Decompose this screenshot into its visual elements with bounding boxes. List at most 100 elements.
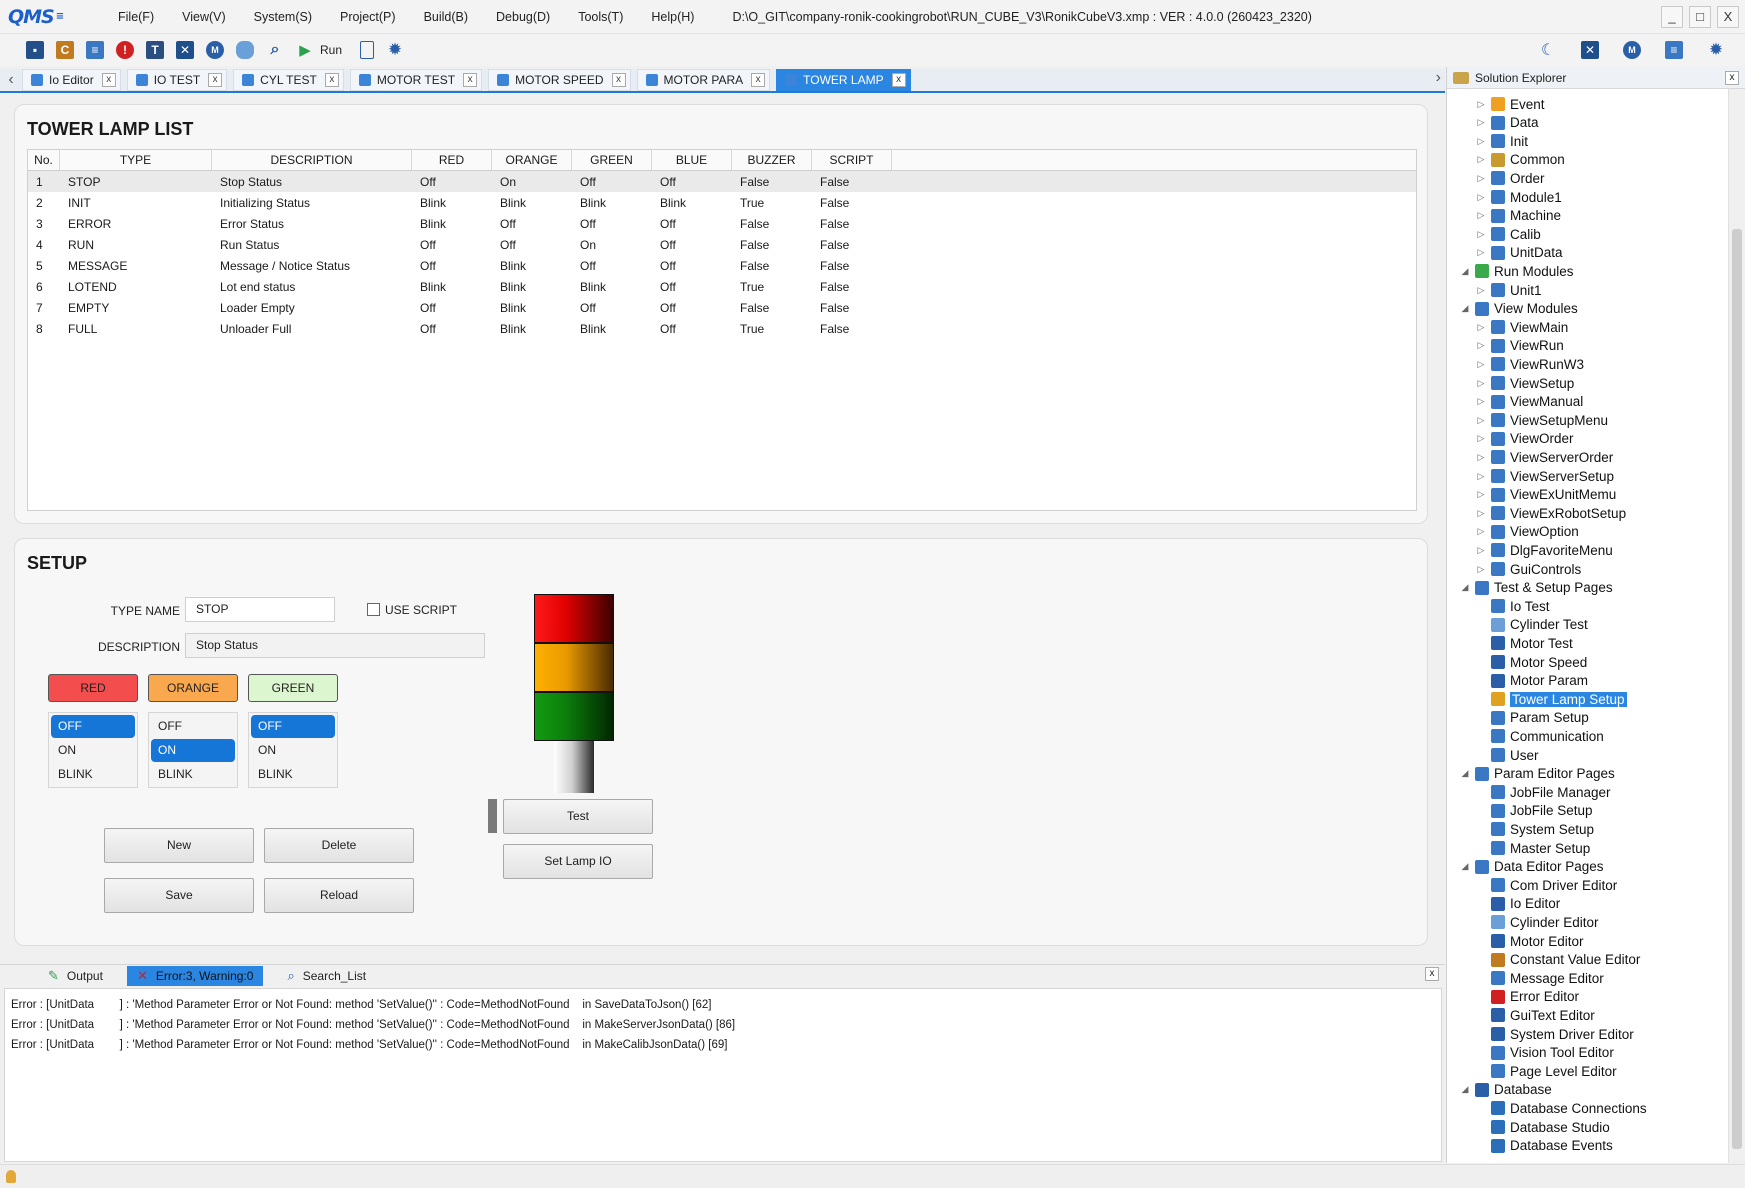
- expand-arrow-icon[interactable]: ▷: [1475, 396, 1487, 407]
- tree-item-guicontrols[interactable]: ▷ GuiControls: [1475, 560, 1582, 578]
- lamp-orange-state-list[interactable]: OFF ON BLINK: [148, 712, 238, 788]
- column-header-no[interactable]: No.: [28, 150, 60, 170]
- delete-button[interactable]: Delete: [264, 828, 414, 863]
- column-header-orange[interactable]: ORANGE: [492, 150, 572, 170]
- tree-item-machine[interactable]: ▷ Machine: [1475, 207, 1562, 225]
- tab-close-icon[interactable]: x: [611, 73, 626, 87]
- tree-item-viewserverorder[interactable]: ▷ ViewServerOrder: [1475, 448, 1614, 466]
- tree-item-system-driver-editor[interactable]: System Driver Editor: [1475, 1025, 1634, 1043]
- expand-arrow-icon[interactable]: ▷: [1475, 192, 1487, 203]
- type-name-input[interactable]: STOP: [185, 597, 335, 622]
- expand-arrow-icon[interactable]: ▷: [1475, 378, 1487, 389]
- tab-close-icon[interactable]: x: [208, 73, 223, 87]
- output-tab-error[interactable]: ✕ Error:3, Warning:0: [126, 965, 264, 986]
- expand-arrow-icon[interactable]: ▷: [1475, 564, 1487, 575]
- lamp-green-state-list[interactable]: OFF ON BLINK: [248, 712, 338, 788]
- state-option-on[interactable]: ON: [251, 739, 335, 762]
- output-close-button[interactable]: x: [1425, 967, 1439, 981]
- tree-item-calib[interactable]: ▷ Calib: [1475, 225, 1541, 243]
- expand-arrow-icon[interactable]: ▷: [1475, 489, 1487, 500]
- tree-item-viewmanual[interactable]: ▷ ViewManual: [1475, 393, 1584, 411]
- expand-arrow-icon[interactable]: ▷: [1475, 210, 1487, 221]
- menu-item-help[interactable]: Help(H): [637, 0, 708, 34]
- tree-item-param-setup[interactable]: Param Setup: [1475, 709, 1589, 727]
- tree-item-module1[interactable]: ▷ Module1: [1475, 188, 1562, 206]
- expand-arrow-icon[interactable]: ▷: [1475, 415, 1487, 426]
- tree-item-motor-test[interactable]: Motor Test: [1475, 634, 1573, 652]
- tree-item-view-modules[interactable]: ◢ View Modules: [1459, 300, 1578, 318]
- menu-item-build[interactable]: Build(B): [410, 0, 482, 34]
- table-row[interactable]: 8 FULL Unloader Full Off Blink Blink Off True Fa…: [28, 318, 1416, 339]
- state-option-on[interactable]: ON: [151, 739, 235, 762]
- tab-close-icon[interactable]: x: [751, 73, 766, 87]
- tree-item-viewmain[interactable]: ▷ ViewMain: [1475, 318, 1569, 336]
- tree-item-viewexunitmemu[interactable]: ▷ ViewExUnitMemu: [1475, 486, 1617, 504]
- constant-icon[interactable]: C: [56, 41, 74, 59]
- tree-item-viewoption[interactable]: ▷ ViewOption: [1475, 523, 1579, 541]
- collapse-arrow-icon[interactable]: ◢: [1459, 1084, 1471, 1095]
- tab-tower-lamp[interactable]: TOWER LAMP x: [776, 69, 911, 91]
- set-lamp-io-button[interactable]: Set Lamp IO: [503, 844, 653, 879]
- tree-item-guitext-editor[interactable]: GuiText Editor: [1475, 1006, 1595, 1024]
- tree-item-data-editor-pages[interactable]: ◢ Data Editor Pages: [1459, 858, 1604, 876]
- tree-item-database[interactable]: ◢ Database: [1459, 1081, 1552, 1099]
- guitext-icon[interactable]: T: [146, 41, 164, 59]
- io-editor-icon[interactable]: ✕: [1581, 41, 1599, 59]
- column-header-type[interactable]: TYPE: [60, 150, 212, 170]
- state-option-blink[interactable]: BLINK: [251, 763, 335, 786]
- tree-item-viewrun[interactable]: ▷ ViewRun: [1475, 337, 1564, 355]
- tree-item-cylinder-editor[interactable]: Cylinder Editor: [1475, 913, 1599, 931]
- expand-arrow-icon[interactable]: ▷: [1475, 99, 1487, 110]
- tab-close-icon[interactable]: x: [324, 73, 339, 87]
- tree-item-order[interactable]: ▷ Order: [1475, 169, 1545, 187]
- tree-item-unit1[interactable]: ▷ Unit1: [1475, 281, 1542, 299]
- theme-moon-icon[interactable]: ☾: [1539, 41, 1557, 59]
- tree-item-io-test[interactable]: Io Test: [1475, 597, 1550, 615]
- expand-arrow-icon[interactable]: ▷: [1475, 247, 1487, 258]
- state-option-blink[interactable]: BLINK: [51, 763, 135, 786]
- tab-close-icon[interactable]: x: [463, 73, 478, 87]
- expand-arrow-icon[interactable]: ▷: [1475, 471, 1487, 482]
- menu-item-view[interactable]: View(V): [168, 0, 240, 34]
- menu-item-file[interactable]: File(F): [104, 0, 168, 34]
- tree-item-error-editor[interactable]: Error Editor: [1475, 988, 1579, 1006]
- tree-item-common[interactable]: ▷ Common: [1475, 151, 1565, 169]
- output-tab-output[interactable]: ✎ Output: [38, 966, 113, 986]
- use-script-checkbox[interactable]: [367, 603, 380, 616]
- tab-motor-para[interactable]: MOTOR PARA x: [636, 69, 771, 91]
- tree-item-database-events[interactable]: Database Events: [1475, 1137, 1613, 1155]
- tab-close-icon[interactable]: x: [101, 73, 116, 87]
- table-row[interactable]: 5 MESSAGE Message / Notice Status Off Blink O…: [28, 255, 1416, 276]
- tree-item-system-setup[interactable]: System Setup: [1475, 820, 1594, 838]
- column-header-red[interactable]: RED: [412, 150, 492, 170]
- run-icon[interactable]: ▶: [296, 41, 314, 59]
- tree-item-jobfile-setup[interactable]: JobFile Setup: [1475, 802, 1593, 820]
- table-row[interactable]: 7 EMPTY Loader Empty Off Blink Off Off False Fal…: [28, 297, 1416, 318]
- save-icon[interactable]: ▪: [26, 41, 44, 59]
- expand-arrow-icon[interactable]: ▷: [1475, 452, 1487, 463]
- scrollbar-thumb[interactable]: [1732, 229, 1742, 1149]
- menu-item-system[interactable]: System(S): [240, 0, 326, 34]
- tab-io-test[interactable]: IO TEST x: [126, 69, 228, 91]
- state-option-off[interactable]: OFF: [51, 715, 135, 738]
- tree-item-viewexrobotsetup[interactable]: ▷ ViewExRobotSetup: [1475, 504, 1627, 522]
- tree-item-cylinder-test[interactable]: Cylinder Test: [1475, 616, 1588, 634]
- tab-scroll-left-icon[interactable]: ‹: [0, 71, 22, 89]
- minimize-button[interactable]: _: [1661, 6, 1683, 28]
- motor-icon[interactable]: M: [206, 41, 224, 59]
- expand-arrow-icon[interactable]: ▷: [1475, 508, 1487, 519]
- collapse-arrow-icon[interactable]: ◢: [1459, 768, 1471, 779]
- io-icon[interactable]: ✕: [176, 41, 194, 59]
- table-row[interactable]: 2 INIT Initializing Status Blink Blink Blink B…: [28, 192, 1416, 213]
- table-row[interactable]: 4 RUN Run Status Off Off On Off False False: [28, 234, 1416, 255]
- tree-item-param-editor-pages[interactable]: ◢ Param Editor Pages: [1459, 765, 1615, 783]
- collapse-arrow-icon[interactable]: ◢: [1459, 861, 1471, 872]
- search-icon[interactable]: ⌕: [266, 41, 284, 59]
- tab-cyl-test[interactable]: CYL TEST x: [233, 69, 344, 91]
- solution-explorer-close-button[interactable]: x: [1725, 71, 1739, 85]
- save-button[interactable]: Save: [104, 878, 254, 913]
- reload-button[interactable]: Reload: [264, 878, 414, 913]
- tree-item-user[interactable]: User: [1475, 746, 1539, 764]
- state-option-off[interactable]: OFF: [251, 715, 335, 738]
- tree-item-vieworder[interactable]: ▷ ViewOrder: [1475, 430, 1574, 448]
